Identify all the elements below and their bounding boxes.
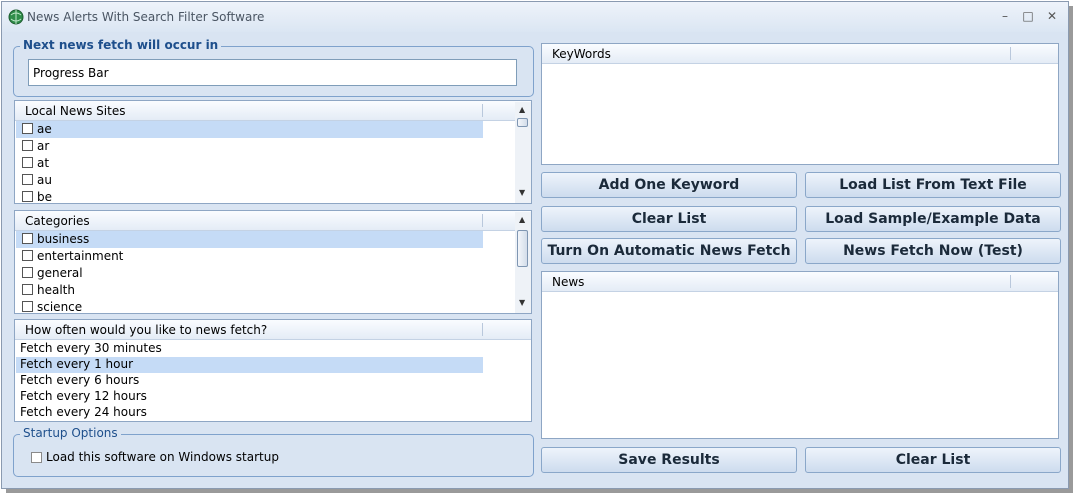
categories-scrollbar[interactable]: ▲ ▼ (515, 212, 531, 313)
checkbox-icon[interactable] (22, 284, 33, 295)
news-sites-list: Local News Sites ae ar at au be ▲ ▼ (14, 100, 532, 204)
category-item-business[interactable]: business (16, 231, 483, 248)
categories-list: Categories business entertainment genera… (14, 210, 532, 314)
maximize-icon[interactable]: □ (1021, 9, 1035, 23)
auto-fetch-button[interactable]: Turn On Automatic News Fetch (541, 238, 797, 264)
checkbox-icon[interactable] (22, 174, 33, 185)
scroll-down-icon[interactable]: ▼ (519, 298, 525, 307)
startup-options-label: Startup Options (20, 426, 121, 440)
close-icon[interactable]: ✕ (1045, 9, 1059, 23)
frequency-header-label: How often would you like to news fetch? (25, 323, 268, 337)
news-sites-header-label: Local News Sites (25, 104, 126, 118)
clear-keywords-button[interactable]: Clear List (541, 206, 797, 232)
globe-app-icon (8, 9, 24, 25)
frequency-item[interactable]: Fetch every 24 hours (16, 405, 483, 421)
site-item-ae[interactable]: ae (16, 121, 483, 138)
app-window: News Alerts With Search Filter Software … (1, 1, 1069, 489)
frequency-item-selected[interactable]: Fetch every 1 hour (16, 357, 483, 373)
news-header: News (542, 272, 1058, 292)
load-sample-button[interactable]: Load Sample/Example Data (805, 206, 1061, 232)
site-item-be[interactable]: be (16, 189, 483, 203)
title-bar: News Alerts With Search Filter Software … (2, 2, 1068, 32)
scroll-thumb[interactable] (517, 118, 528, 127)
checkbox-icon[interactable] (22, 233, 33, 244)
checkbox-icon[interactable] (22, 267, 33, 278)
frequency-item[interactable]: Fetch every 12 hours (16, 389, 483, 405)
keywords-list[interactable]: KeyWords (541, 43, 1059, 165)
categories-header: Categories (15, 211, 531, 231)
keywords-header: KeyWords (542, 44, 1058, 64)
scroll-down-icon[interactable]: ▼ (519, 188, 525, 197)
scroll-thumb[interactable] (517, 230, 528, 267)
news-sites-scrollbar[interactable]: ▲ ▼ (515, 102, 531, 203)
news-list[interactable]: News (541, 271, 1059, 439)
site-item-au[interactable]: au (16, 172, 483, 189)
checkbox-icon[interactable] (22, 191, 33, 202)
checkbox-icon[interactable] (22, 301, 33, 312)
startup-checkbox[interactable] (31, 452, 42, 463)
site-item-at[interactable]: at (16, 155, 483, 172)
scroll-up-icon[interactable]: ▲ (519, 215, 525, 224)
categories-header-label: Categories (25, 214, 90, 228)
startup-options-group: Startup Options Load this software on Wi… (13, 426, 534, 477)
frequency-item[interactable]: Fetch every 30 minutes (16, 341, 483, 357)
checkbox-icon[interactable] (22, 140, 33, 151)
keywords-header-label: KeyWords (552, 47, 611, 61)
progress-bar-text: Progress Bar (33, 66, 109, 80)
category-item-general[interactable]: general (16, 265, 483, 282)
category-item-health[interactable]: health (16, 282, 483, 299)
frequency-header: How often would you like to news fetch? (15, 320, 531, 340)
add-keyword-button[interactable]: Add One Keyword (541, 172, 797, 198)
site-item-ar[interactable]: ar (16, 138, 483, 155)
category-item-science[interactable]: science (16, 299, 483, 313)
startup-checkbox-label: Load this software on Windows startup (46, 450, 279, 464)
clear-news-button[interactable]: Clear List (805, 447, 1061, 473)
scroll-up-icon[interactable]: ▲ (519, 105, 525, 114)
minimize-icon[interactable]: – (998, 9, 1012, 23)
category-item-entertainment[interactable]: entertainment (16, 248, 483, 265)
load-list-button[interactable]: Load List From Text File (805, 172, 1061, 198)
checkbox-icon[interactable] (22, 250, 33, 261)
fetch-now-button[interactable]: News Fetch Now (Test) (805, 238, 1061, 264)
checkbox-icon[interactable] (22, 123, 33, 134)
fetch-timer-label: Next news fetch will occur in (20, 38, 222, 52)
news-sites-header: Local News Sites (15, 101, 531, 121)
fetch-frequency-list: How often would you like to news fetch? … (14, 319, 532, 422)
frequency-item[interactable]: Fetch every 6 hours (16, 373, 483, 389)
window-title: News Alerts With Search Filter Software (27, 10, 265, 24)
fetch-timer-group: Next news fetch will occur in Progress B… (13, 38, 534, 97)
save-results-button[interactable]: Save Results (541, 447, 797, 473)
news-header-label: News (552, 275, 585, 289)
checkbox-icon[interactable] (22, 157, 33, 168)
fetch-progress-bar: Progress Bar (28, 59, 517, 86)
